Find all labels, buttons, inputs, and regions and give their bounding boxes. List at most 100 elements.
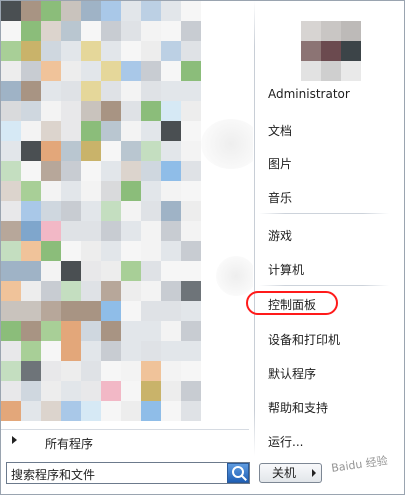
mosaic-tile: [81, 321, 101, 341]
mosaic-tile: [61, 401, 81, 421]
mosaic-tile: [21, 221, 41, 241]
shutdown-options-button[interactable]: [308, 463, 322, 483]
mosaic-tile: [181, 61, 201, 81]
menu-devices-printers[interactable]: 设备和打印机: [268, 331, 340, 348]
mosaic-tile: [101, 341, 121, 361]
mosaic-tile: [41, 1, 61, 21]
mosaic-tile: [41, 181, 61, 201]
mosaic-tile: [121, 301, 141, 321]
mosaic-tile: [61, 61, 81, 81]
mosaic-tile: [101, 261, 121, 281]
mosaic-tile: [61, 21, 81, 41]
mosaic-tile: [161, 121, 181, 141]
menu-help-support[interactable]: 帮助和支持: [268, 399, 328, 416]
mosaic-tile: [181, 101, 201, 121]
mosaic-tile: [41, 401, 61, 421]
mosaic-tile: [161, 101, 181, 121]
mosaic-tile: [61, 341, 81, 361]
mosaic-tile: [21, 301, 41, 321]
mosaic-tile: [61, 161, 81, 181]
mosaic-tile: [1, 61, 21, 81]
mosaic-tile: [21, 181, 41, 201]
mosaic-tile: [41, 141, 61, 161]
mosaic-tile: [101, 381, 121, 401]
mosaic-tile: [1, 321, 21, 341]
menu-default-programs[interactable]: 默认程序: [268, 365, 316, 382]
mosaic-tile: [121, 361, 141, 381]
mosaic-tile: [21, 201, 41, 221]
mosaic-tile: [181, 361, 201, 381]
mosaic-tile: [141, 241, 161, 261]
user-name[interactable]: Administrator: [268, 87, 350, 101]
menu-run[interactable]: 运行...: [268, 433, 303, 450]
search-button[interactable]: [227, 463, 249, 483]
avatar-tile: [301, 41, 321, 61]
mosaic-tile: [61, 101, 81, 121]
mosaic-tile: [61, 81, 81, 101]
mosaic-tile: [41, 21, 61, 41]
pane-divider: [254, 1, 255, 456]
shutdown-button[interactable]: 关机: [259, 463, 309, 483]
mosaic-tile: [1, 221, 21, 241]
mosaic-tile: [41, 301, 61, 321]
mosaic-tile: [121, 221, 141, 241]
menu-documents[interactable]: 文档: [268, 122, 292, 139]
mosaic-tile: [61, 261, 81, 281]
mosaic-tile: [81, 241, 101, 261]
arrow-right-icon: [12, 436, 17, 444]
mosaic-tile: [181, 341, 201, 361]
avatar-tile: [321, 21, 341, 41]
all-programs-button[interactable]: 所有程序: [1, 429, 249, 456]
mosaic-tile: [101, 121, 121, 141]
mosaic-tile: [21, 341, 41, 361]
programs-pane: [1, 1, 253, 429]
watermark: Baidu 经验: [330, 454, 389, 475]
mosaic-tile: [101, 221, 121, 241]
menu-pictures[interactable]: 图片: [268, 155, 292, 172]
mosaic-tile: [181, 201, 201, 221]
mosaic-tile: [141, 221, 161, 241]
mosaic-tile: [41, 381, 61, 401]
mosaic-tile: [41, 61, 61, 81]
mosaic-tile: [121, 261, 141, 281]
mosaic-tile: [61, 221, 81, 241]
mosaic-tile: [141, 61, 161, 81]
mosaic-tile: [61, 281, 81, 301]
menu-computer[interactable]: 计算机: [268, 261, 304, 278]
mosaic-tile: [121, 341, 141, 361]
mosaic-tile: [1, 161, 21, 181]
menu-music[interactable]: 音乐: [268, 189, 292, 206]
mosaic-tile: [1, 41, 21, 61]
mosaic-tile: [121, 321, 141, 341]
mosaic-tile: [21, 1, 41, 21]
mosaic-tile: [161, 141, 181, 161]
mosaic-tile: [21, 161, 41, 181]
mosaic-tile: [81, 161, 101, 181]
mosaic-tile: [41, 221, 61, 241]
mosaic-tile: [181, 141, 201, 161]
mosaic-tile: [21, 281, 41, 301]
mosaic-tile: [21, 241, 41, 261]
mosaic-tile: [81, 261, 101, 281]
mosaic-tile: [121, 1, 141, 21]
mosaic-tile: [21, 21, 41, 41]
avatar-tile: [321, 41, 341, 61]
mosaic-tile: [1, 361, 21, 381]
pinned-programs-pixelated[interactable]: [1, 1, 201, 429]
mosaic-tile: [41, 341, 61, 361]
mosaic-tile: [81, 301, 101, 321]
mosaic-tile: [21, 41, 41, 61]
avatar-tile: [341, 21, 361, 41]
menu-separator: [259, 213, 389, 214]
menu-games[interactable]: 游戏: [268, 227, 292, 244]
search-input[interactable]: 搜索程序和文件: [6, 462, 250, 484]
mosaic-tile: [1, 281, 21, 301]
annotation-circle: [246, 291, 338, 315]
mosaic-tile: [21, 401, 41, 421]
mosaic-tile: [101, 301, 121, 321]
mosaic-tile: [141, 201, 161, 221]
mosaic-tile: [61, 201, 81, 221]
mosaic-tile: [41, 121, 61, 141]
mosaic-tile: [141, 301, 161, 321]
user-avatar[interactable]: [301, 21, 363, 83]
